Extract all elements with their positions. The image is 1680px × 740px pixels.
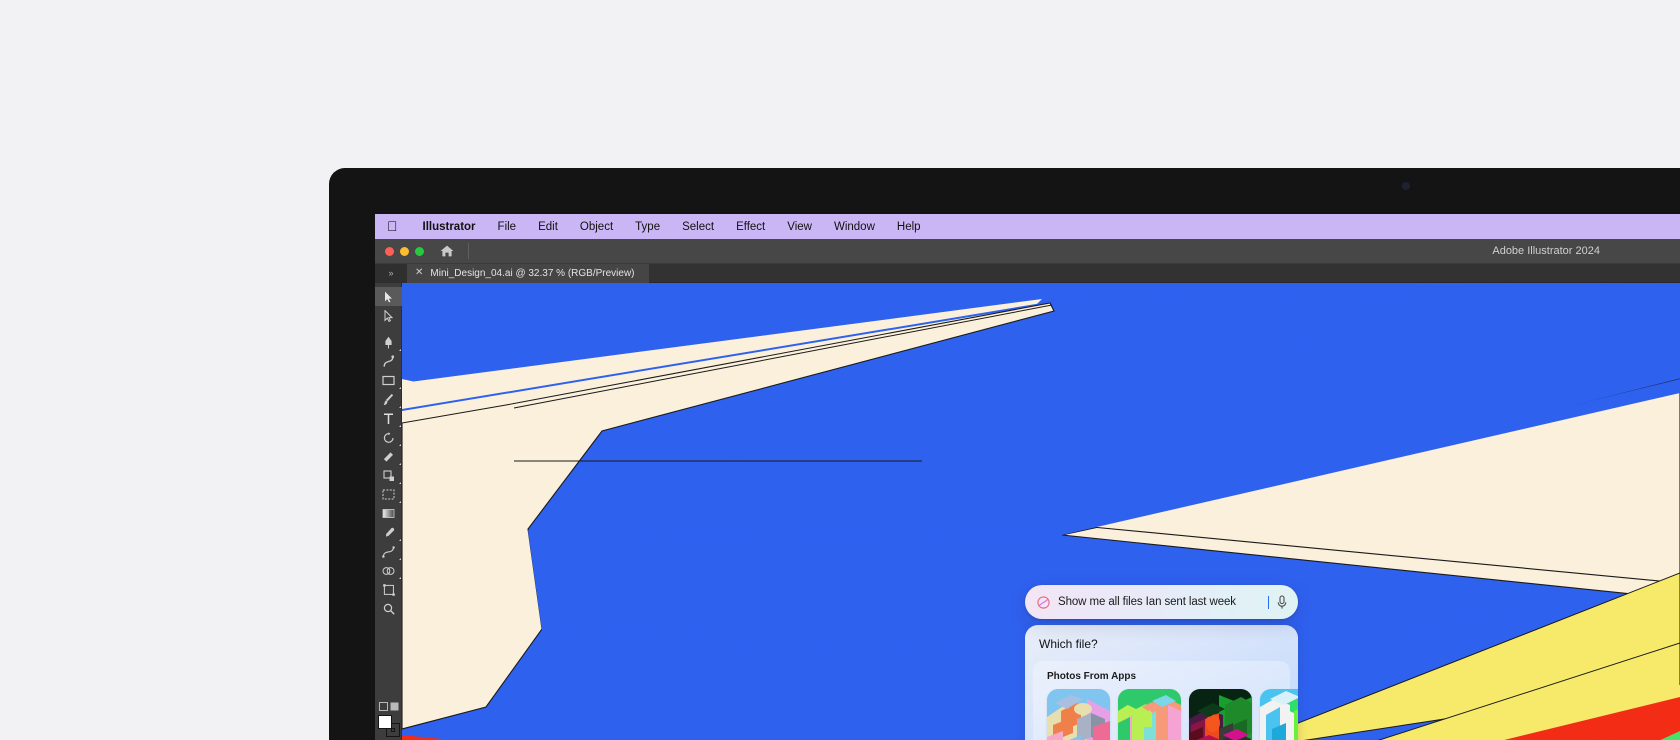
menu-item-file[interactable]: File <box>487 221 528 233</box>
apple-logo-icon[interactable]:  <box>387 219 398 233</box>
blend-tool[interactable] <box>375 542 402 561</box>
search-results-panel: Which file? Photos From Apps <box>1025 625 1298 740</box>
menu-item-object[interactable]: Object <box>569 221 624 233</box>
eyedropper-tool[interactable] <box>375 523 402 542</box>
shape-builder-tool[interactable] <box>375 561 402 580</box>
app-title-bar: Adobe Illustrator 2024 <box>375 239 1680 264</box>
camera-sensor-icon <box>1402 182 1410 190</box>
photos-thumbnail-row <box>1033 689 1290 740</box>
fill-swatch[interactable] <box>378 715 392 729</box>
eraser-tool[interactable] <box>375 447 402 466</box>
titlebar-divider <box>468 243 469 259</box>
rectangle-tool[interactable] <box>375 371 402 390</box>
screen-mode-icons[interactable] <box>375 702 402 711</box>
direct-selection-tool[interactable] <box>375 306 402 325</box>
scale-tool[interactable] <box>375 466 402 485</box>
type-tool[interactable] <box>375 409 402 428</box>
document-tab[interactable]: ✕ Mini_Design_04.ai @ 32.37 % (RGB/Previ… <box>407 264 649 283</box>
menu-item-edit[interactable]: Edit <box>527 221 569 233</box>
fill-and-stroke-swatch[interactable] <box>378 715 400 737</box>
close-tab-icon[interactable]: ✕ <box>415 268 423 278</box>
color-swatches-group <box>375 699 402 740</box>
microphone-icon[interactable] <box>1276 595 1288 610</box>
document-tab-label: Mini_Design_04.ai @ 32.37 % (RGB/Preview… <box>430 268 634 279</box>
results-heading: Which file? <box>1025 635 1298 661</box>
menu-item-select[interactable]: Select <box>671 221 725 233</box>
page-title: Adobe Illustrator 2024 <box>1492 245 1600 257</box>
thumbnail-isometric-green[interactable] <box>1118 689 1181 740</box>
rotate-tool[interactable] <box>375 428 402 447</box>
document-tab-bar: » ✕ Mini_Design_04.ai @ 32.37 % (RGB/Pre… <box>375 264 1680 283</box>
thumbnail-isometric-pastel[interactable] <box>1047 689 1110 740</box>
pen-tool[interactable] <box>375 333 402 352</box>
menu-item-type[interactable]: Type <box>624 221 671 233</box>
search-input[interactable]: Show me all files Ian sent last week <box>1058 596 1267 608</box>
selection-tool[interactable] <box>375 287 402 306</box>
siri-orb-icon <box>1037 596 1050 609</box>
menu-item-illustrator[interactable]: Illustrator <box>412 221 487 233</box>
screen:  Illustrator File Edit Object Type Sele… <box>375 214 1680 740</box>
macos-menu-bar:  Illustrator File Edit Object Type Sele… <box>375 214 1680 239</box>
artboard-tool[interactable] <box>375 485 402 504</box>
thumbnail-isometric-dark[interactable] <box>1189 689 1252 740</box>
menu-item-view[interactable]: View <box>776 221 823 233</box>
photos-from-apps-card: Photos From Apps <box>1033 661 1290 740</box>
free-transform-tool[interactable] <box>375 580 402 599</box>
spotlight-search-bar[interactable]: Show me all files Ian sent last week <box>1025 585 1298 619</box>
curvature-tool[interactable] <box>375 352 402 371</box>
home-icon[interactable] <box>440 245 454 257</box>
thumbnail-isometric-cyan[interactable] <box>1260 689 1298 740</box>
paintbrush-tool[interactable] <box>375 390 402 409</box>
toolbar-separator <box>375 325 401 333</box>
zoom-tool[interactable] <box>375 599 402 618</box>
menu-item-effect[interactable]: Effect <box>725 221 776 233</box>
menu-item-help[interactable]: Help <box>886 221 932 233</box>
text-cursor <box>1268 596 1270 609</box>
tools-panel <box>375 283 402 740</box>
close-button[interactable] <box>385 247 394 256</box>
gradient-tool[interactable] <box>375 504 402 523</box>
menu-item-window[interactable]: Window <box>823 221 886 233</box>
chevron-double-right-icon[interactable]: » <box>375 264 407 283</box>
laptop-display-bezel:  Illustrator File Edit Object Type Sele… <box>329 168 1680 740</box>
minimize-button[interactable] <box>400 247 409 256</box>
photos-section-title: Photos From Apps <box>1033 671 1290 689</box>
maximize-button[interactable] <box>415 247 424 256</box>
